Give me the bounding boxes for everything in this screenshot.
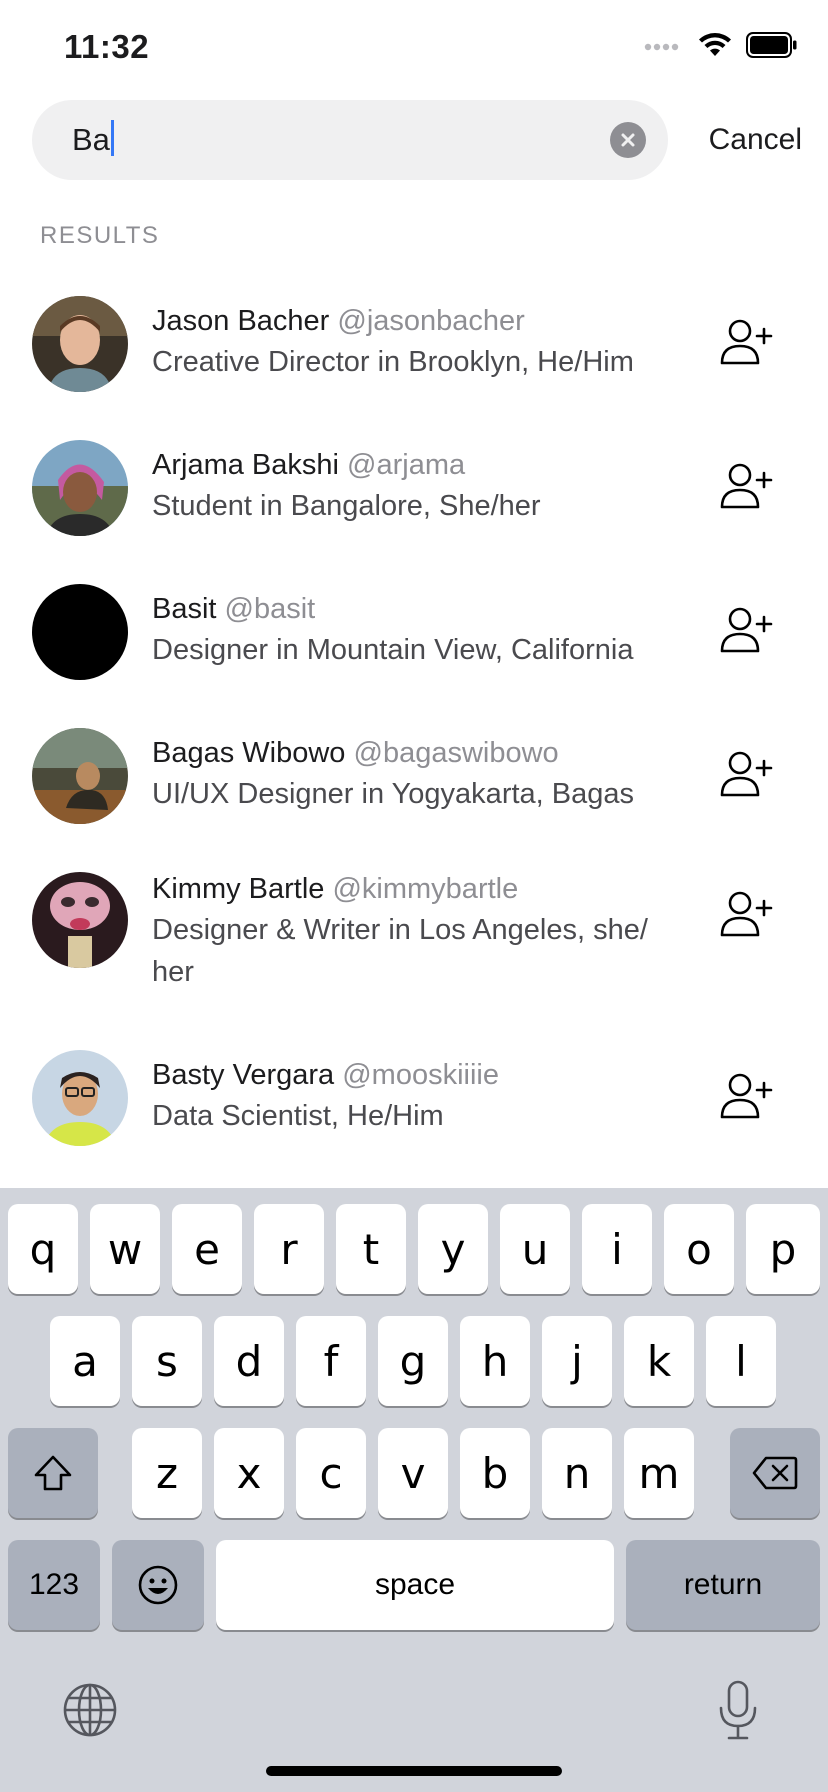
shift-key[interactable] bbox=[8, 1428, 98, 1518]
user-handle: @kimmybartle bbox=[332, 873, 519, 905]
add-user-icon[interactable] bbox=[720, 605, 774, 655]
user-name: Bagas Wibowo bbox=[152, 737, 346, 769]
add-user-icon[interactable] bbox=[720, 1071, 774, 1121]
numbers-key[interactable]: 123 bbox=[8, 1540, 100, 1630]
text-caret bbox=[110, 120, 114, 156]
key-j[interactable]: j bbox=[542, 1316, 612, 1406]
key-s[interactable]: s bbox=[132, 1316, 202, 1406]
section-header: RESULTS bbox=[40, 222, 160, 249]
avatar[interactable] bbox=[32, 584, 128, 680]
key-l[interactable]: l bbox=[706, 1316, 776, 1406]
key-q[interactable]: q bbox=[8, 1204, 78, 1294]
search-input[interactable]: Ba bbox=[32, 100, 668, 180]
key-e[interactable]: e bbox=[172, 1204, 242, 1294]
home-indicator bbox=[266, 1766, 562, 1776]
key-y[interactable]: y bbox=[418, 1204, 488, 1294]
key-x[interactable]: x bbox=[214, 1428, 284, 1518]
key-m[interactable]: m bbox=[624, 1428, 694, 1518]
keyboard: q w e r t y u i o p a s d f g h j k l z … bbox=[0, 1188, 828, 1792]
microphone-icon[interactable] bbox=[716, 1680, 760, 1742]
cellular-signal-icon bbox=[644, 43, 679, 51]
key-u[interactable]: u bbox=[500, 1204, 570, 1294]
add-user-icon[interactable] bbox=[720, 889, 774, 939]
list-item[interactable]: Kimmy Bartle @kimmybartle Designer & Wri… bbox=[0, 861, 828, 1039]
status-bar: 11:32 bbox=[0, 0, 828, 100]
battery-icon bbox=[746, 32, 797, 58]
space-key[interactable]: space bbox=[216, 1540, 614, 1630]
user-bio: UI/UX Designer in Yogyakarta, Bagas bbox=[152, 778, 634, 810]
user-name: Kimmy Bartle bbox=[152, 873, 325, 905]
user-name: Basit bbox=[152, 593, 217, 625]
key-r[interactable]: r bbox=[254, 1204, 324, 1294]
user-handle: @jasonbacher bbox=[337, 305, 525, 337]
avatar[interactable] bbox=[32, 728, 128, 824]
key-b[interactable]: b bbox=[460, 1428, 530, 1518]
clear-icon[interactable] bbox=[610, 122, 646, 158]
key-t[interactable]: t bbox=[336, 1204, 406, 1294]
avatar[interactable] bbox=[32, 440, 128, 536]
key-z[interactable]: z bbox=[132, 1428, 202, 1518]
list-item[interactable]: Arjama Bakshi @arjama Student in Bangalo… bbox=[0, 429, 828, 573]
search-query: Ba bbox=[72, 122, 110, 157]
key-n[interactable]: n bbox=[542, 1428, 612, 1518]
search-row: Ba Cancel bbox=[32, 100, 802, 180]
emoji-icon bbox=[138, 1565, 178, 1605]
list-item[interactable]: Bagas Wibowo @bagaswibowo UI/UX Designer… bbox=[0, 717, 828, 861]
user-handle: @bagaswibowo bbox=[353, 737, 559, 769]
emoji-key[interactable] bbox=[112, 1540, 204, 1630]
key-w[interactable]: w bbox=[90, 1204, 160, 1294]
status-icons bbox=[644, 32, 798, 58]
add-user-icon[interactable] bbox=[720, 461, 774, 511]
cancel-button[interactable]: Cancel bbox=[709, 120, 802, 160]
key-d[interactable]: d bbox=[214, 1316, 284, 1406]
wifi-icon bbox=[699, 33, 731, 56]
key-f[interactable]: f bbox=[296, 1316, 366, 1406]
user-bio: Designer in Mountain View, California bbox=[152, 634, 634, 666]
shift-icon bbox=[34, 1455, 72, 1491]
add-user-icon[interactable] bbox=[720, 317, 774, 367]
user-name: Basty Vergara bbox=[152, 1059, 335, 1091]
return-key[interactable]: return bbox=[626, 1540, 820, 1630]
key-k[interactable]: k bbox=[624, 1316, 694, 1406]
status-time: 11:32 bbox=[64, 28, 150, 65]
user-handle: @basit bbox=[224, 593, 316, 625]
key-c[interactable]: c bbox=[296, 1428, 366, 1518]
backspace-icon bbox=[752, 1456, 798, 1490]
list-item[interactable]: Basit @basit Designer in Mountain View, … bbox=[0, 573, 828, 717]
user-name: Arjama Bakshi bbox=[152, 449, 339, 481]
key-v[interactable]: v bbox=[378, 1428, 448, 1518]
user-bio: Designer & Writer in Los Angeles, she/ h… bbox=[152, 914, 648, 988]
avatar[interactable] bbox=[32, 872, 128, 968]
list-item[interactable]: Basty Vergara @mooskiiiie Data Scientist… bbox=[0, 1039, 828, 1183]
list-item[interactable]: Jason Bacher @jasonbacher Creative Direc… bbox=[0, 285, 828, 429]
results-list: Jason Bacher @jasonbacher Creative Direc… bbox=[0, 285, 828, 1183]
add-user-icon[interactable] bbox=[720, 749, 774, 799]
key-a[interactable]: a bbox=[50, 1316, 120, 1406]
user-name: Jason Bacher bbox=[152, 305, 330, 337]
key-p[interactable]: p bbox=[746, 1204, 820, 1294]
user-bio: Creative Director in Brooklyn, He/Him bbox=[152, 346, 634, 378]
user-handle: @arjama bbox=[347, 449, 466, 481]
globe-icon[interactable] bbox=[62, 1682, 118, 1738]
key-o[interactable]: o bbox=[664, 1204, 734, 1294]
key-h[interactable]: h bbox=[460, 1316, 530, 1406]
user-handle: @mooskiiiie bbox=[342, 1059, 499, 1091]
user-bio: Data Scientist, He/Him bbox=[152, 1100, 444, 1132]
key-g[interactable]: g bbox=[378, 1316, 448, 1406]
backspace-key[interactable] bbox=[730, 1428, 820, 1518]
user-bio: Student in Bangalore, She/her bbox=[152, 490, 541, 522]
avatar[interactable] bbox=[32, 1050, 128, 1146]
key-i[interactable]: i bbox=[582, 1204, 652, 1294]
avatar[interactable] bbox=[32, 296, 128, 392]
